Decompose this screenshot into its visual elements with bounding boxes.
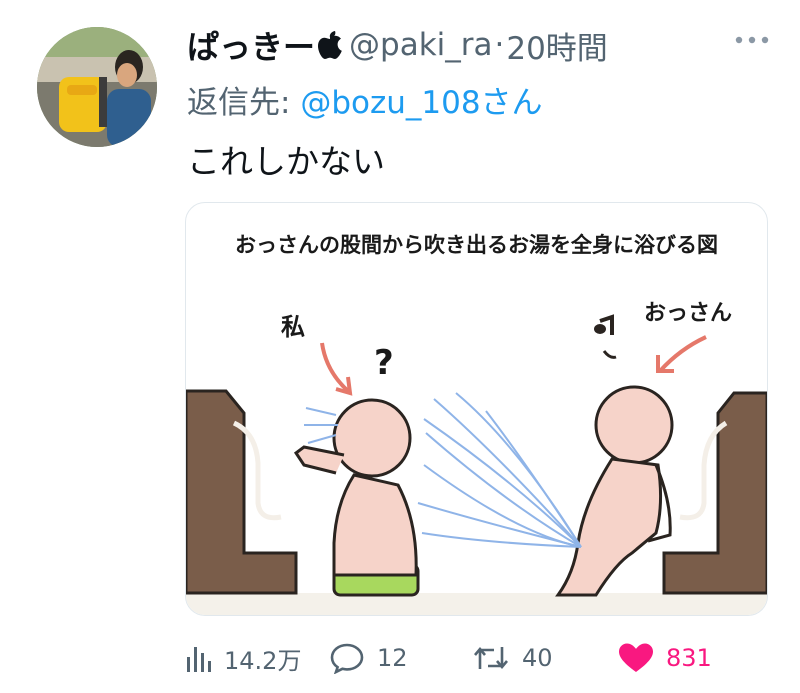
retweet-icon xyxy=(472,643,510,673)
media-image[interactable]: おっさんの股間から吹き出るお湯を全身に浴びる図 私 ? おっさん xyxy=(185,202,768,616)
handle[interactable]: @paki_ra xyxy=(349,27,492,63)
views-button[interactable]: 14.2万 xyxy=(186,638,301,678)
retweet-count: 40 xyxy=(522,644,553,672)
views-count: 14.2万 xyxy=(224,646,302,675)
views-icon xyxy=(186,643,212,673)
like-count: 831 xyxy=(666,644,712,672)
label-question: ? xyxy=(374,343,394,383)
reply-icon xyxy=(329,642,365,674)
tweet-header: ぱっきー @paki_ra · 20時間 xyxy=(187,22,608,68)
tweet-text: これしかない xyxy=(187,142,385,181)
separator-dot: · xyxy=(494,27,505,63)
display-name[interactable]: ぱっきー xyxy=(187,22,315,68)
media-caption: おっさんの股間から吹き出るお湯を全身に浴びる図 xyxy=(235,233,718,257)
heart-icon xyxy=(618,642,654,674)
avatar[interactable] xyxy=(37,27,157,147)
like-button[interactable]: 831 xyxy=(618,638,712,678)
reply-count: 12 xyxy=(377,644,408,672)
label-me: 私 xyxy=(281,313,305,341)
reply-context: 返信先: @bozu_108さん xyxy=(187,77,543,122)
apple-icon xyxy=(317,29,343,61)
more-icon[interactable] xyxy=(734,32,770,46)
timestamp[interactable]: 20時間 xyxy=(506,23,607,68)
reply-to-link[interactable]: @bozu_108さん xyxy=(300,85,542,121)
action-bar: 14.2万 12 40 831 xyxy=(186,638,746,678)
illustration xyxy=(186,314,767,615)
reply-button[interactable]: 12 xyxy=(329,638,408,678)
label-ossan: おっさん xyxy=(644,301,733,326)
retweet-button[interactable]: 40 xyxy=(472,638,553,678)
reply-prefix: 返信先: xyxy=(187,85,291,121)
